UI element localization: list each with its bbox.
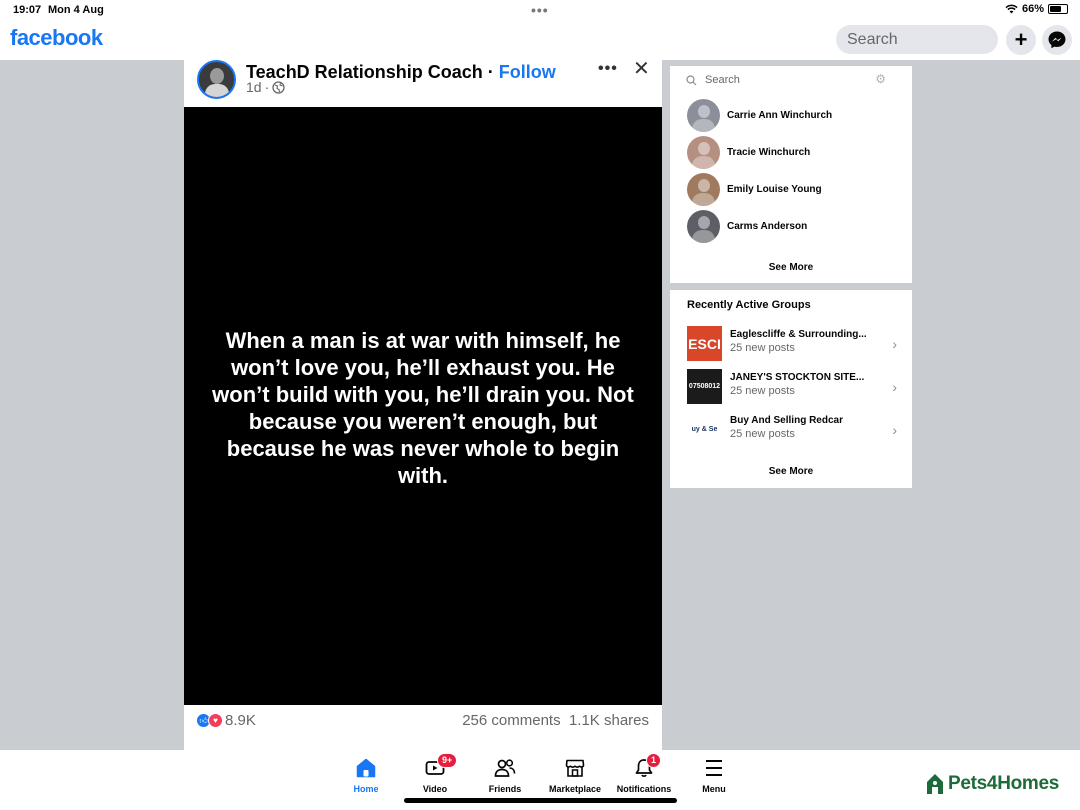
search-icon [686, 74, 697, 85]
status-right: 66% [1005, 3, 1068, 15]
contact-name: Emily Louise Young [727, 183, 822, 195]
groups-title: Recently Active Groups [687, 299, 811, 311]
post-image[interactable]: When a man is at war with himself, he wo… [184, 107, 662, 705]
tab-friends[interactable]: Friends [470, 756, 540, 794]
contact-avatar [687, 135, 720, 169]
meta-separator: · [264, 79, 270, 95]
name-separator: · [482, 62, 499, 82]
engagement-summary: 256 comments 1.1K shares [462, 712, 649, 729]
watermark-text: Pets4Homes [948, 773, 1060, 794]
group-name: Buy And Selling Redcar [730, 415, 843, 426]
tab-home[interactable]: Home [331, 756, 401, 794]
group-name: Eaglescliffe & Surrounding... [730, 329, 867, 340]
gear-icon[interactable]: ⚙ [875, 72, 886, 86]
chevron-right-icon: › [892, 379, 897, 395]
reaction-icons[interactable]: 👍︎ ♥ [196, 713, 223, 728]
group-thumbnail: uy & Se [687, 412, 722, 447]
group-name: JANEY'S STOCKTON SITE... [730, 372, 865, 383]
contact-item[interactable]: Emily Louise Young [687, 172, 822, 206]
reactions-count[interactable]: 8.9K [225, 712, 256, 729]
quote-text: When a man is at war with himself, he wo… [212, 328, 634, 488]
group-thumbnail: ESCI [687, 326, 722, 361]
battery-icon [1048, 4, 1068, 14]
chevron-right-icon: › [892, 422, 897, 438]
contact-item[interactable]: Carms Anderson [687, 209, 808, 243]
hamburger-menu-icon [706, 760, 722, 776]
home-icon [356, 758, 376, 778]
contact-name: Carms Anderson [727, 220, 808, 232]
group-item[interactable]: ESCI Eaglescliffe & Surrounding... 25 new … [687, 326, 897, 362]
group-new-posts: 25 new posts [730, 342, 795, 354]
facebook-logo[interactable]: facebook [10, 25, 103, 51]
shares-count[interactable]: 1.1K shares [569, 712, 649, 729]
plus-icon: + [1014, 27, 1028, 52]
pets4homes-watermark: Pets4Homes [925, 772, 1059, 796]
post-header: TeachD Relationship Coach · Follow 1d · … [184, 60, 662, 107]
contacts-search-input[interactable]: Search [686, 74, 740, 86]
tab-menu-label: Menu [702, 784, 726, 794]
globe-icon [272, 80, 285, 94]
tab-marketplace-label: Marketplace [548, 784, 602, 794]
group-thumbnail-text: 07508012 [688, 383, 721, 390]
contact-name: Carrie Ann Winchurch [727, 109, 833, 121]
search-input[interactable]: Search [836, 25, 998, 54]
group-thumbnail: 07508012 [687, 369, 722, 404]
tab-notifications[interactable]: 1 Notifications [609, 753, 679, 794]
post-meta: 1d · [246, 79, 285, 95]
status-date: Mon 4 Aug [48, 4, 104, 16]
contact-avatar [687, 172, 720, 206]
group-item[interactable]: uy & Se Buy And Selling Redcar 25 new post… [687, 412, 897, 448]
contact-item[interactable]: Tracie Winchurch [687, 135, 811, 169]
tab-marketplace[interactable]: Marketplace [540, 756, 610, 794]
follow-button[interactable]: Follow [499, 62, 556, 82]
messenger-button[interactable] [1042, 25, 1072, 55]
wifi-icon [1005, 4, 1018, 14]
contact-item[interactable]: Carrie Ann Winchurch [687, 98, 833, 132]
post-time[interactable]: 1d [246, 79, 262, 95]
notifications-badge: 1 [646, 753, 662, 768]
friends-icon [494, 759, 516, 777]
group-thumbnail-text: ESCI [688, 335, 721, 352]
pets4homes-logo-icon [927, 774, 943, 794]
home-indicator[interactable] [404, 798, 677, 803]
post-title: TeachD Relationship Coach · Follow [246, 62, 556, 83]
comments-count[interactable]: 256 comments [462, 712, 560, 729]
video-badge: 9+ [437, 753, 458, 768]
tab-video[interactable]: 9+ Video [400, 753, 470, 794]
contact-avatar [687, 98, 720, 132]
post-card: TeachD Relationship Coach · Follow 1d · … [184, 60, 662, 750]
tab-menu[interactable]: Menu [679, 756, 749, 794]
top-header: facebook Search + [0, 20, 1080, 60]
tab-notifications-label: Notifications [616, 784, 672, 794]
status-bar: 19:07 Mon 4 Aug ••• 66% [0, 0, 1080, 20]
tab-home-label: Home [353, 784, 379, 794]
contact-avatar [687, 209, 720, 243]
contacts-see-more[interactable]: See More [670, 262, 912, 273]
group-thumbnail-text: uy & Se [691, 426, 718, 433]
close-icon[interactable]: ✕ [633, 60, 650, 79]
multitasking-dots-icon[interactable]: ••• [531, 2, 549, 18]
reactions-bar: 👍︎ ♥ 8.9K 256 comments 1.1K shares [184, 710, 662, 734]
contact-name: Tracie Winchurch [727, 146, 811, 158]
group-item[interactable]: 07508012 JANEY'S STOCKTON SITE... 25 new p… [687, 369, 897, 405]
chevron-right-icon: › [892, 336, 897, 352]
create-button[interactable]: + [1006, 25, 1036, 55]
contacts-panel: Search ⚙ Carrie Ann Winchurch Tracie Winc… [670, 66, 912, 283]
marketplace-icon [565, 759, 585, 777]
contacts-search-placeholder: Search [705, 74, 740, 86]
more-options-icon[interactable]: ••• [598, 60, 618, 78]
groups-panel: Recently Active Groups ESCI Eaglescliffe … [670, 290, 912, 488]
messenger-icon [1048, 31, 1066, 49]
battery-percent: 66% [1021, 3, 1044, 15]
love-reaction-icon: ♥ [208, 713, 223, 728]
status-time: 19:07 [13, 4, 42, 16]
groups-see-more[interactable]: See More [670, 466, 912, 477]
group-new-posts: 25 new posts [730, 428, 795, 440]
group-new-posts: 25 new posts [730, 385, 795, 397]
tab-video-label: Video [422, 784, 448, 794]
page-avatar[interactable] [197, 60, 236, 99]
tab-friends-label: Friends [488, 784, 522, 794]
